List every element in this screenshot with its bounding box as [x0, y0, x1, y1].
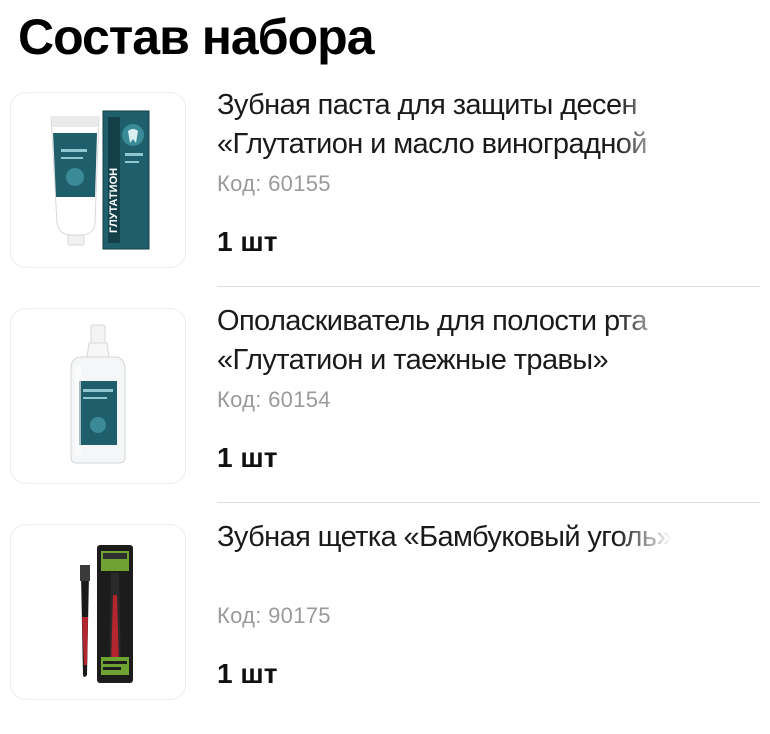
item-quantity: 1 шт: [217, 226, 278, 257]
item-name[interactable]: Зубная паста для защиты десен «Глутатион…: [217, 86, 672, 166]
page-title: Состав набора: [18, 9, 375, 65]
list-item[interactable]: Ополаскиватель для полости рта «Глутатио…: [0, 302, 770, 518]
item-name[interactable]: Зубная щетка «Бамбуковый уголь»: [217, 518, 672, 557]
box-brand-text: ГЛУТАТИОН: [108, 168, 120, 233]
divider: [217, 286, 760, 287]
item-quantity: 1 шт: [217, 658, 278, 689]
list-item[interactable]: ГЛУТАТИОН Зубная паста для защиты десен …: [0, 86, 770, 302]
item-quantity: 1 шт: [217, 442, 278, 473]
product-image-mouthwash[interactable]: [10, 308, 186, 484]
mouthwash-bottle-illustration: [70, 324, 126, 464]
item-code: Код: 90175: [217, 603, 331, 628]
item-code: Код: 60155: [217, 171, 331, 196]
toothpaste-box-illustration: ГЛУТАТИОН: [102, 110, 150, 250]
divider: [217, 502, 760, 503]
item-code: Код: 60154: [217, 387, 331, 412]
toothpaste-tube-illustration: [50, 116, 100, 246]
list-item[interactable]: Зубная щетка «Бамбуковый уголь» Код: 901…: [0, 518, 770, 734]
product-image-toothbrush[interactable]: [10, 524, 186, 700]
toothbrush-illustration: [80, 545, 133, 683]
item-name[interactable]: Ополаскиватель для полости рта «Глутатио…: [217, 302, 672, 380]
product-image-toothpaste[interactable]: ГЛУТАТИОН: [10, 92, 186, 268]
